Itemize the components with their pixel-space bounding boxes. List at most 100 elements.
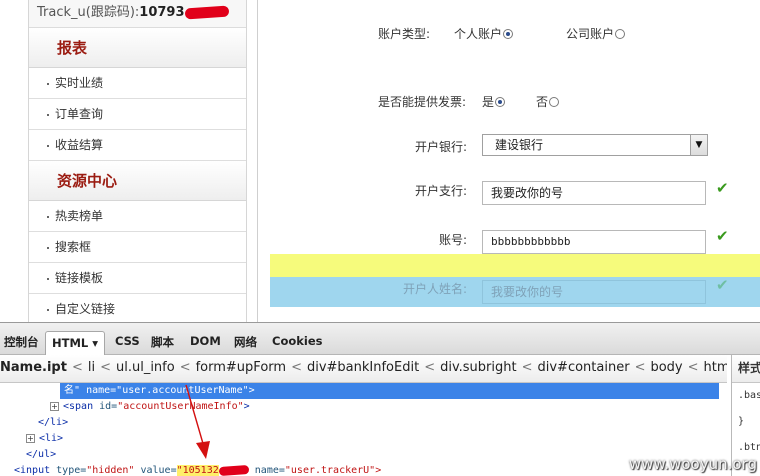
radio-company-account[interactable]: 公司账户 (566, 25, 626, 42)
source-tag: <span (63, 401, 94, 412)
section-title-reports: 报表 (29, 28, 246, 68)
sidebar-item-label: 订单查询 (55, 107, 104, 121)
breadcrumb-item[interactable]: div#container (538, 360, 630, 375)
expand-icon[interactable]: + (50, 402, 59, 411)
radio-unchecked-icon[interactable] (615, 29, 626, 39)
devtools-toolbar: 控制台 HTML ▾ CSS 脚本 DOM 网络 Cookies (0, 323, 760, 355)
branch-input[interactable]: 我要改你的号 (482, 181, 706, 205)
radio-unchecked-icon[interactable] (549, 97, 560, 107)
screenshot-root: Track_u(跟踪码):10793 报表 实时业绩 订单查询 收益结算 资源中… (0, 0, 760, 476)
breadcrumb-separator: < (634, 360, 646, 375)
sidebar-item-earnings-settlement[interactable]: 收益结算 (29, 130, 246, 161)
breadcrumb-item[interactable]: ul.ul_info (116, 360, 175, 375)
breadcrumb-item[interactable]: div.subright (440, 360, 517, 375)
sidebar-item-realtime-performance[interactable]: 实时业绩 (29, 68, 246, 99)
source-line-selected[interactable]: 名" name="user.accountUserName"> (60, 383, 719, 399)
tab-console[interactable]: 控制台 (4, 334, 39, 350)
breadcrumb-item[interactable]: body (650, 360, 682, 375)
source-tag: <input (14, 465, 51, 476)
breadcrumb-separator: < (179, 360, 191, 375)
account-number-input[interactable]: bbbbbbbbbbbb (482, 230, 706, 254)
radio-label: 是 (482, 95, 495, 109)
source-attr-name: id= (99, 401, 118, 412)
source-text: 名" (64, 385, 81, 396)
source-attr-name: name= (254, 465, 285, 476)
valid-check-icon: ✔ (716, 276, 729, 294)
watermark: www.wooyun.org (628, 455, 757, 473)
sidebar-item-custom-link[interactable]: 自定义链接 (29, 294, 246, 325)
sidebar-item-label: 实时业绩 (55, 76, 104, 90)
radio-checked-icon[interactable] (495, 97, 506, 107)
track-code-value: 10793 (139, 5, 185, 20)
sidebar-item-label: 搜索框 (55, 240, 92, 254)
radio-invoice-no[interactable]: 否 (536, 93, 560, 110)
breadcrumb-item[interactable]: li (88, 360, 95, 375)
bank-select[interactable]: 建设银行 ▼ (482, 134, 708, 156)
holder-name-label: 开户人姓名: (403, 282, 468, 296)
track-code-label: Track_u(跟踪码): (37, 5, 140, 20)
breadcrumb-item[interactable]: div#bankInfoEdit (307, 360, 419, 375)
source-attr-value: "user.trackerU"> (284, 465, 382, 476)
dropdown-arrow-icon[interactable]: ▼ (690, 135, 707, 155)
source-line[interactable]: + <li> (26, 431, 63, 447)
valid-check-icon: ✔ (716, 227, 729, 245)
breadcrumb-separator: < (100, 360, 111, 375)
bank-label: 开户银行: (415, 140, 468, 154)
account-number-label: 账号: (439, 233, 468, 247)
source-line[interactable]: </li> (38, 415, 68, 431)
valid-check-icon: ✔ (716, 179, 729, 197)
branch-label: 开户支行: (415, 184, 468, 198)
bullet-icon (47, 113, 49, 116)
breadcrumb-item[interactable]: Name.ipt (0, 360, 67, 375)
tab-dom[interactable]: DOM (190, 334, 221, 348)
devtools-panel: 控制台 HTML ▾ CSS 脚本 DOM 网络 Cookies Name.ip… (0, 322, 760, 476)
html-source-tree: 名" name="user.accountUserName"> + <span i… (0, 383, 725, 476)
breadcrumb-item[interactable]: html (704, 360, 727, 375)
sidebar-item-order-query[interactable]: 订单查询 (29, 99, 246, 130)
bullet-icon (47, 277, 49, 280)
expand-icon[interactable]: + (26, 434, 35, 443)
bullet-icon (47, 215, 49, 218)
sidebar-item-label: 自定义链接 (55, 302, 116, 316)
style-rule: } (738, 416, 745, 427)
sidebar-item-search-box[interactable]: 搜索框 (29, 232, 246, 263)
account-type-label: 账户类型: (378, 27, 431, 41)
radio-invoice-yes[interactable]: 是 (482, 93, 506, 110)
tab-script[interactable]: 脚本 (151, 334, 174, 350)
redaction-mark (218, 464, 250, 476)
breadcrumb-separator: < (71, 360, 83, 375)
section-title-resource-center: 资源中心 (29, 161, 246, 201)
breadcrumb-separator: < (521, 360, 533, 375)
breadcrumb-separator: < (291, 360, 302, 375)
sidebar-item-label: 热卖榜单 (55, 209, 104, 223)
radio-label: 个人账户 (454, 27, 503, 41)
dom-highlight-row (270, 254, 760, 277)
radio-checked-icon[interactable] (503, 29, 514, 39)
source-attr-name: name= (86, 385, 117, 396)
breadcrumb-item[interactable]: form#upForm (196, 360, 286, 375)
source-tag: <li> (39, 433, 64, 444)
breadcrumb-separator: < (424, 360, 436, 375)
sidebar-item-link-template[interactable]: 链接模板 (29, 263, 246, 294)
tab-network[interactable]: 网络 (234, 334, 257, 350)
tab-cookies[interactable]: Cookies (272, 334, 322, 348)
sidebar-item-hot-list[interactable]: 热卖榜单 (29, 201, 246, 232)
tab-css[interactable]: CSS (115, 334, 140, 348)
breadcrumb: Name.ipt < li < ul.ul_info < form#upForm < div#b… (0, 355, 727, 383)
sidebar-item-label: 收益结算 (55, 138, 104, 152)
redaction-mark (184, 5, 229, 20)
bank-info-form: 账户类型: 个人账户 公司账户 是否能提供发票: 是 否 开户银行: 建设银行 ▼… (257, 0, 760, 322)
style-rule: .bas (738, 390, 760, 401)
source-line[interactable]: </ul> (26, 447, 56, 463)
bullet-icon (47, 82, 49, 85)
radio-personal-account[interactable]: 个人账户 (454, 25, 514, 42)
radio-label: 否 (536, 95, 549, 109)
bullet-icon (47, 246, 49, 249)
tab-html[interactable]: HTML ▾ (45, 331, 106, 355)
bullet-icon (47, 144, 49, 147)
track-code: Track_u(跟踪码):10793 (29, 0, 246, 28)
bank-select-value: 建设银行 (495, 138, 544, 152)
tab-styles[interactable]: 样式 (732, 355, 760, 383)
annotation-arrow-icon (185, 384, 210, 459)
holder-name-input[interactable]: 我要改你的号 (482, 280, 706, 304)
